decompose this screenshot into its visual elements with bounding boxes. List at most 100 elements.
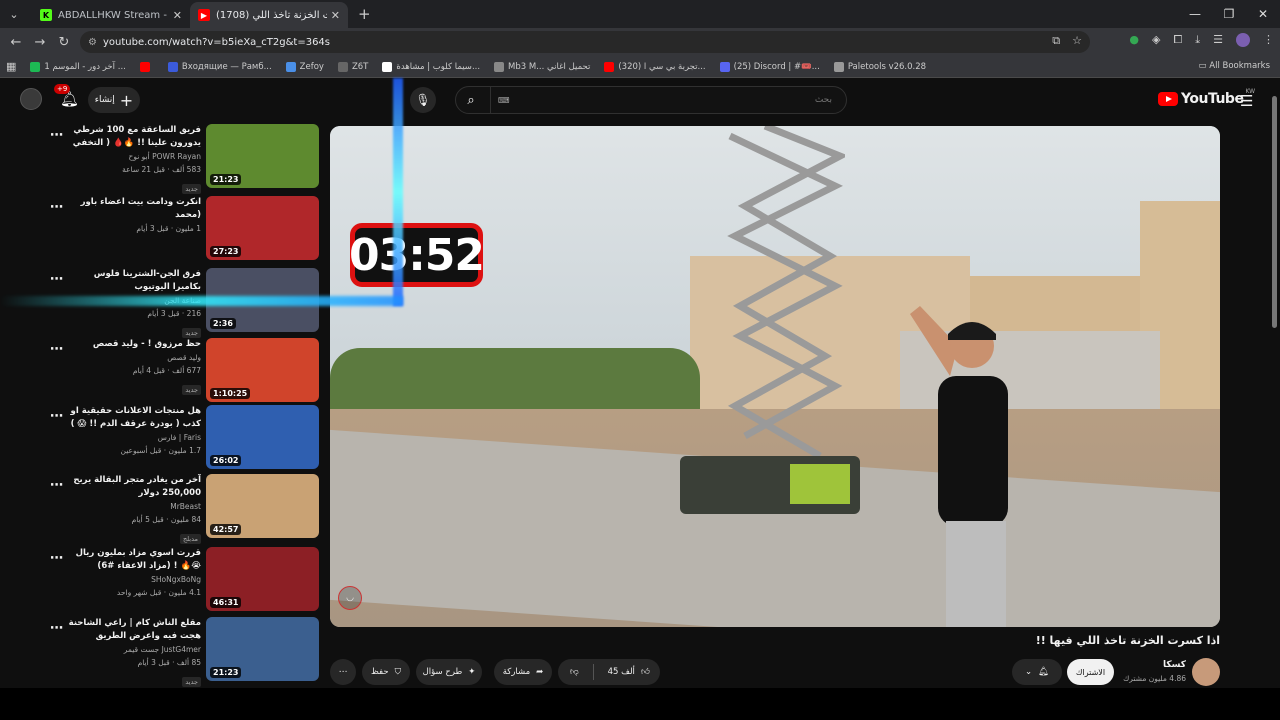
video-thumbnail[interactable]: 21:23 <box>206 124 319 188</box>
recommended-channel[interactable]: MrBeast <box>68 500 201 513</box>
plus-icon: + <box>119 90 134 110</box>
logo-text: YouTube <box>1181 91 1244 107</box>
recommended-title[interactable]: قررت اسوي مزاد بمليون ريال 😭🔥 ! (مزاد ال… <box>68 547 201 573</box>
recommended-title[interactable]: مقلع الناش كام | راعي الشاحنة هجت فيه وا… <box>68 617 201 643</box>
extensions-puzzle-icon[interactable]: ⧠ <box>1173 33 1182 47</box>
create-button[interactable]: إنشاء + <box>88 87 140 113</box>
notification-settings-button[interactable]: ⌄ 🔔︎ <box>1012 659 1062 685</box>
video-thumbnail[interactable]: 27:23 <box>206 196 319 260</box>
extension-icon[interactable]: ● <box>1129 33 1139 47</box>
download-icon[interactable]: ⤓ <box>1195 33 1200 47</box>
recommended-channel[interactable]: POWR Rayan أبو نوح <box>68 150 202 163</box>
video-thumbnail[interactable]: 42:57 <box>206 474 319 538</box>
forward-icon[interactable]: → <box>28 35 52 50</box>
search-icon[interactable]: ⌕ <box>456 87 486 113</box>
bookmark-label: Z6T <box>351 61 369 72</box>
bookmark-item[interactable]: سيما كلوب | مشاهدة... <box>382 61 480 72</box>
share-button[interactable]: مشاركة ➦ <box>494 659 552 685</box>
close-window-icon[interactable]: ✕ <box>1246 0 1280 28</box>
channel-avatar[interactable] <box>1192 658 1220 686</box>
bookmark-item[interactable]: Z6T <box>337 61 369 72</box>
more-options-icon[interactable]: ⋯ <box>50 342 64 357</box>
recommended-video[interactable]: ⋯ انكرت ودامت بيت اعضاء باور (محمد 1 مليون… <box>50 196 322 260</box>
recommended-video[interactable]: ⋯ قررت اسوي مزاد بمليون ريال 😭🔥 ! (مزاد ا… <box>50 547 322 611</box>
bookmark-item[interactable]: Paletools v26.0.28 <box>833 61 926 72</box>
reading-list-icon[interactable]: ☰ <box>1213 33 1223 47</box>
subscribe-button[interactable]: الاشتراك <box>1067 659 1114 685</box>
more-options-icon[interactable]: ⋯ <box>50 128 64 143</box>
more-options-icon[interactable]: ⋯ <box>50 272 64 287</box>
dislike-icon[interactable]: 👎︎ <box>570 667 579 677</box>
scrollbar-thumb[interactable] <box>1272 96 1277 328</box>
maximize-icon[interactable]: ❐ <box>1212 0 1246 28</box>
recommended-stats: 1 مليون · قبل 3 أيام <box>136 224 201 233</box>
recommended-title[interactable]: هل منتجات الاعلانات حقيقية او كذب ( بودر… <box>68 405 201 431</box>
bookmark-star-icon[interactable]: ☆ <box>1072 34 1082 48</box>
more-options-icon[interactable]: ⋯ <box>50 551 64 566</box>
recommended-channel[interactable]: وليد قصص <box>68 351 201 364</box>
more-options-icon[interactable]: ⋯ <box>50 200 64 215</box>
recommended-video[interactable]: ⋯ حظ مرزوق ! - وليد قصص وليد قصص 677 ألف · … <box>50 338 322 402</box>
recommended-channel[interactable]: Faris | فارس <box>68 431 201 444</box>
like-icon[interactable]: 👍︎ <box>641 667 650 677</box>
search-input[interactable] <box>490 87 836 113</box>
close-tab-icon[interactable]: ✕ <box>331 9 340 22</box>
channel-name[interactable]: كسكا <box>1110 660 1186 670</box>
more-options-icon[interactable]: ⋯ <box>50 621 64 636</box>
install-app-icon[interactable]: ⧉ <box>1052 34 1060 48</box>
voice-search-icon[interactable]: 🎙︎ <box>410 87 436 113</box>
recommended-video[interactable]: ⋯ مقلع الناش كام | راعي الشاحنة هجت فيه و… <box>50 617 322 687</box>
bookmark-label: (320) تجربة بي سي ا... <box>618 61 706 72</box>
bookmark-item[interactable]: Входящие — Рамб... <box>167 61 272 72</box>
player-overlay-icon[interactable]: ◡ <box>338 586 362 610</box>
bookmark-item[interactable]: Mb3 M... تحميل اغاني <box>494 61 590 72</box>
close-tab-icon[interactable]: ✕ <box>173 9 182 22</box>
reload-icon[interactable]: ↻ <box>52 35 76 50</box>
recommended-title[interactable]: فريق الساعقة مع 100 شرطي يدورون علينا !!… <box>68 124 201 150</box>
video-meta: حظ مرزوق ! - وليد قصص وليد قصص 677 ألف · ق… <box>68 338 201 396</box>
recommended-channel[interactable]: JustG4mer جست قيمر <box>68 643 201 656</box>
recommended-video[interactable]: ⋯ آخر من يغادر متجر البقالة يربح 250,000 … <box>50 474 322 544</box>
address-bar[interactable]: ⚙ youtube.com/watch?v=b5ieXa_cT2g&t=364s… <box>80 31 1090 53</box>
tab-youtube[interactable]: ▶ (1708) اذا كسرت الخزنة تاخذ اللي ✕ <box>190 2 348 28</box>
profile-avatar-icon[interactable] <box>1236 33 1250 47</box>
more-options-icon[interactable]: ⋯ <box>50 409 64 424</box>
new-badge: مدبلج <box>179 534 201 544</box>
save-button[interactable]: حفظ ⛉ <box>362 659 410 685</box>
shield-icon[interactable]: ◈ <box>1152 33 1160 47</box>
recommended-title[interactable]: آخر من يغادر متجر البقالة يربح 250,000 د… <box>68 474 201 500</box>
site-info-icon[interactable]: ⚙ <box>88 37 97 48</box>
video-thumbnail[interactable]: 46:31 <box>206 547 319 611</box>
back-icon[interactable]: ← <box>4 35 28 50</box>
hamburger-menu-icon[interactable]: ☰ <box>1240 92 1253 110</box>
apps-grid-icon[interactable]: ▦ <box>6 60 16 73</box>
bookmark-item[interactable]: Zefoy <box>285 61 324 72</box>
recommended-channel[interactable]: SHoNgxBoNg <box>68 573 201 586</box>
bookmark-item[interactable] <box>139 61 154 72</box>
recommended-title[interactable]: حظ مرزوق ! - وليد قصص <box>68 338 201 351</box>
bookmark-item[interactable]: (320) تجربة بي سي ا... <box>604 61 706 72</box>
tab-kick[interactable]: K ABDALLHKW Stream - Watch Li ✕ <box>32 2 190 28</box>
video-thumbnail[interactable]: 1:10:25 <box>206 338 319 402</box>
recommended-video[interactable]: ⋯ هل منتجات الاعلانات حقيقية او كذب ( بود… <box>50 405 322 469</box>
recommended-title[interactable]: انكرت ودامت بيت اعضاء باور (محمد <box>68 196 201 222</box>
recommended-video[interactable]: ⋯ فريق الساعقة مع 100 شرطي يدورون علينا !… <box>50 124 322 194</box>
all-bookmarks[interactable]: ▭ All Bookmarks <box>1199 61 1270 71</box>
notifications-bell-icon[interactable]: 🔔︎ +9 <box>54 84 79 108</box>
video-thumbnail[interactable]: 26:02 <box>206 405 319 469</box>
video-thumbnail[interactable]: 21:23 <box>206 617 319 681</box>
bookmark-item[interactable]: آخر دور - الموسم 1 ... <box>30 61 126 72</box>
tab-search-icon[interactable]: ⌄ <box>2 3 26 25</box>
minimize-icon[interactable]: — <box>1178 0 1212 28</box>
recommended-title[interactable]: فرق الجن-الشترينا فلوس بكاميرا اليوتيوب <box>68 268 201 294</box>
bookmark-item[interactable]: (25) Discord | #🎟️... <box>719 61 820 72</box>
notification-badge: +9 <box>54 84 71 94</box>
recommended-stats: 583 ألف · قبل 21 ساعة <box>122 165 201 174</box>
browser-menu-icon[interactable]: ⋮ <box>1263 33 1274 47</box>
ask-button[interactable]: طرح سؤال ✦ <box>416 659 482 685</box>
video-player[interactable]: ◡ <box>330 126 1220 627</box>
more-options-icon[interactable]: ⋯ <box>50 478 64 493</box>
account-avatar[interactable] <box>20 88 42 110</box>
new-tab-icon[interactable]: + <box>358 5 371 23</box>
more-actions-icon[interactable]: ⋯ <box>330 659 356 685</box>
